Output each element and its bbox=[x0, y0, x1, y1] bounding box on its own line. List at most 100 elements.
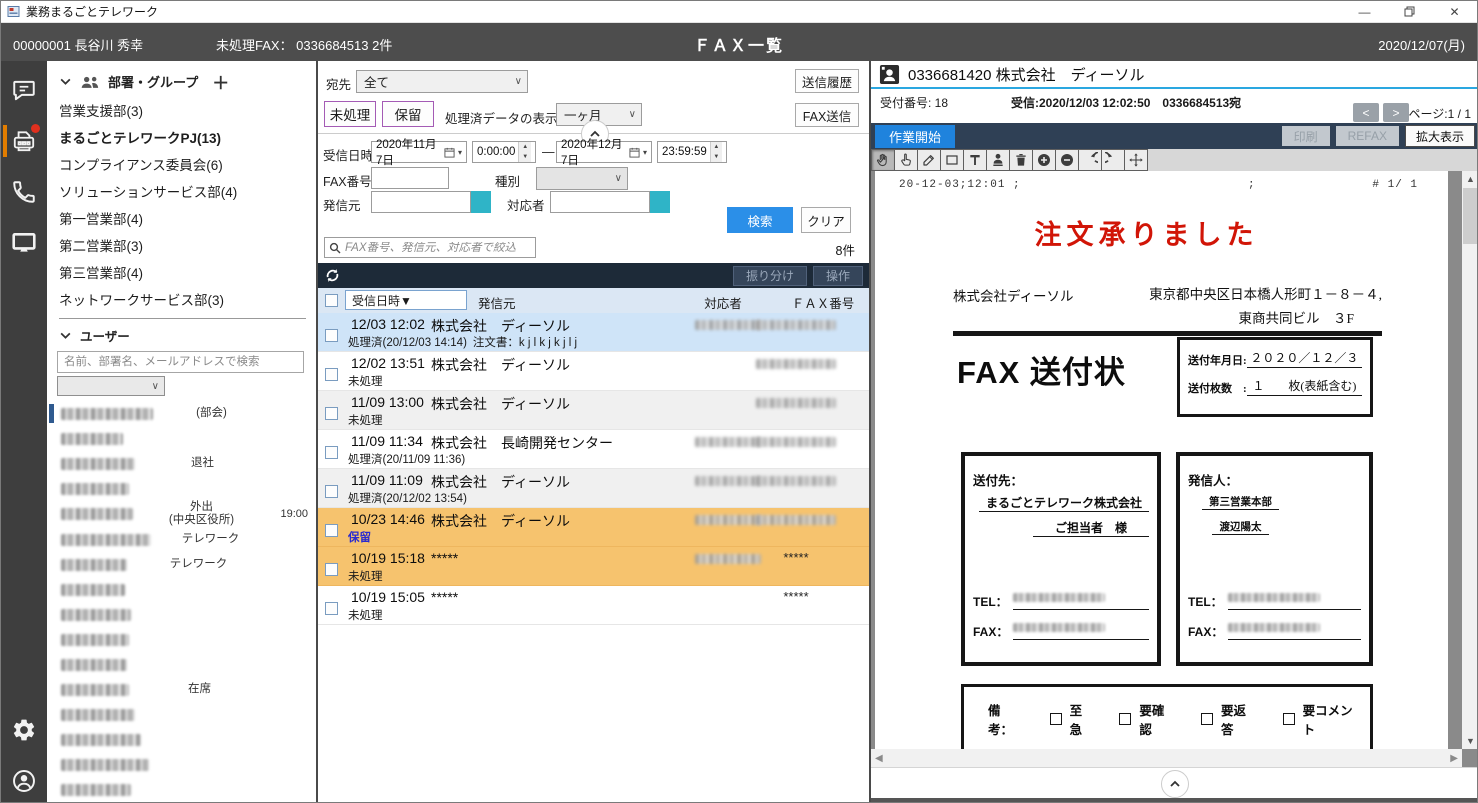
text-tool-button[interactable] bbox=[963, 149, 987, 171]
select-all-checkbox[interactable] bbox=[325, 294, 338, 307]
department-item[interactable]: 第二営業部(3) bbox=[47, 233, 316, 260]
fax-send-button[interactable]: FAX送信 bbox=[795, 103, 859, 127]
fax-number-input[interactable] bbox=[371, 167, 449, 189]
pen-tool-button[interactable] bbox=[917, 149, 941, 171]
chevron-down-icon[interactable] bbox=[59, 329, 72, 342]
trash-tool-button[interactable] bbox=[1009, 149, 1033, 171]
user-row[interactable] bbox=[47, 602, 316, 627]
vertical-scrollbar[interactable]: ▲ ▼ bbox=[1462, 171, 1478, 749]
col-fax[interactable]: ＦＡＸ番号 bbox=[773, 293, 873, 312]
close-icon[interactable]: ✕ bbox=[1432, 1, 1477, 23]
row-checkbox[interactable] bbox=[325, 485, 338, 498]
row-checkbox[interactable] bbox=[325, 602, 338, 615]
add-group-button[interactable]: ＋ bbox=[212, 69, 229, 94]
time-spinner[interactable]: ▲▼ bbox=[710, 142, 722, 162]
nav-chat-button[interactable] bbox=[1, 73, 47, 107]
print-button[interactable]: 印刷 bbox=[1282, 126, 1330, 146]
user-row[interactable] bbox=[47, 426, 316, 451]
zoom-in-tool-button[interactable] bbox=[1032, 149, 1056, 171]
fax-row[interactable]: 11/09 11:09株式会社 ディーソル処理済(20/12/02 13:54) bbox=[318, 469, 869, 508]
hold-filter-button[interactable]: 保留 bbox=[382, 101, 434, 127]
refresh-icon[interactable] bbox=[324, 267, 341, 284]
scroll-up-icon[interactable]: ▲ bbox=[1462, 171, 1478, 187]
prev-page-button[interactable]: < bbox=[1353, 103, 1379, 122]
user-row[interactable] bbox=[47, 476, 316, 501]
rect-tool-button[interactable] bbox=[940, 149, 964, 171]
zoom-out-tool-button[interactable] bbox=[1055, 149, 1079, 171]
user-row[interactable]: 外出 (中央区役所)19:00 bbox=[47, 501, 316, 527]
refax-button[interactable]: REFAX bbox=[1336, 126, 1399, 146]
user-search-input[interactable] bbox=[57, 351, 304, 373]
enlarge-button[interactable]: 拡大表示 bbox=[1405, 125, 1475, 147]
clear-button[interactable]: クリア bbox=[801, 207, 851, 233]
scroll-down-icon[interactable]: ▼ bbox=[1462, 733, 1478, 749]
time-from-field[interactable]: 0:00:00 ▲▼ bbox=[472, 141, 536, 163]
rotate-right-tool-button[interactable] bbox=[1101, 149, 1125, 171]
nav-monitor-button[interactable] bbox=[1, 226, 47, 260]
expand-bottom-button[interactable] bbox=[1161, 770, 1189, 798]
row-checkbox[interactable] bbox=[325, 563, 338, 576]
handler-input[interactable] bbox=[550, 191, 650, 213]
fax-row[interactable]: 11/09 11:34株式会社 長崎開発センター処理済(20/11/09 11:… bbox=[318, 430, 869, 469]
col-sender[interactable]: 発信元 bbox=[478, 293, 516, 312]
minimize-icon[interactable]: — bbox=[1342, 1, 1387, 23]
fax-row[interactable]: 12/03 12:02株式会社 ディーソル処理済(20/12/03 14:14)… bbox=[318, 313, 869, 352]
user-row[interactable] bbox=[47, 727, 316, 752]
type-select[interactable]: ∨ bbox=[536, 167, 628, 190]
start-work-button[interactable]: 作業開始 bbox=[875, 125, 955, 148]
row-checkbox[interactable] bbox=[325, 446, 338, 459]
fax-row[interactable]: 12/02 13:51株式会社 ディーソル未処理 bbox=[318, 352, 869, 391]
department-item[interactable]: 第一営業部(4) bbox=[47, 206, 316, 233]
user-row[interactable]: テレワーク bbox=[47, 552, 316, 577]
user-row[interactable] bbox=[47, 777, 316, 802]
department-item[interactable]: ネットワークサービス部(3) bbox=[47, 287, 316, 314]
sender-input[interactable] bbox=[371, 191, 471, 213]
horizontal-scrollbar[interactable]: ◀▶ bbox=[871, 749, 1462, 767]
fax-row[interactable]: 10/19 15:05**********未処理 bbox=[318, 586, 869, 625]
sender-lookup-button[interactable] bbox=[471, 191, 491, 213]
send-history-button[interactable]: 送信履歴 bbox=[795, 69, 859, 93]
handler-lookup-button[interactable] bbox=[650, 191, 670, 213]
user-row[interactable] bbox=[47, 577, 316, 602]
department-item[interactable]: ソリューションサービス部(4) bbox=[47, 179, 316, 206]
user-row[interactable]: 退社 bbox=[47, 451, 316, 476]
time-to-field[interactable]: 23:59:59 ▲▼ bbox=[657, 141, 727, 163]
fax-row[interactable]: 11/09 13:00株式会社 ディーソル未処理 bbox=[318, 391, 869, 430]
row-checkbox[interactable] bbox=[325, 524, 338, 537]
row-checkbox[interactable] bbox=[325, 368, 338, 381]
row-checkbox[interactable] bbox=[325, 329, 338, 342]
nav-settings-button[interactable] bbox=[1, 713, 47, 747]
hand-tool-button[interactable] bbox=[871, 149, 895, 171]
sort-datetime-header[interactable]: 受信日時▼ bbox=[345, 290, 467, 310]
user-row[interactable]: 在席 bbox=[47, 677, 316, 702]
assign-button[interactable]: 振り分け bbox=[733, 266, 807, 286]
stamp-tool-button[interactable] bbox=[986, 149, 1010, 171]
nav-account-button[interactable] bbox=[1, 764, 47, 798]
search-button[interactable]: 検索 bbox=[727, 207, 793, 233]
row-checkbox[interactable] bbox=[325, 407, 338, 420]
scrollbar-thumb[interactable] bbox=[1463, 188, 1478, 244]
list-filter-input[interactable] bbox=[345, 242, 531, 254]
rotate-left-tool-button[interactable] bbox=[1078, 149, 1102, 171]
date-from-field[interactable]: 2020年11月 7日 ▾ bbox=[371, 141, 467, 163]
next-page-button[interactable]: > bbox=[1383, 103, 1409, 122]
dest-select[interactable]: 全て∨ bbox=[356, 70, 528, 93]
nav-fax-button[interactable] bbox=[1, 124, 47, 158]
user-row[interactable]: (部会) bbox=[47, 401, 316, 426]
user-filter-dropdown[interactable]: ∨ bbox=[57, 376, 165, 396]
user-row[interactable] bbox=[47, 627, 316, 652]
restore-icon[interactable] bbox=[1387, 1, 1432, 23]
col-handler[interactable]: 対応者 bbox=[678, 293, 768, 312]
department-item[interactable]: 営業支援部(3) bbox=[47, 98, 316, 125]
user-row[interactable]: テレワーク bbox=[47, 527, 316, 552]
department-item[interactable]: 第三営業部(4) bbox=[47, 260, 316, 287]
move-tool-button[interactable] bbox=[1124, 149, 1148, 171]
fax-row[interactable]: 10/19 15:18**********未処理 bbox=[318, 547, 869, 586]
unprocessed-filter-button[interactable]: 未処理 bbox=[324, 101, 376, 127]
chevron-down-icon[interactable] bbox=[59, 75, 72, 88]
date-to-field[interactable]: 2020年12月 7日 ▾ bbox=[556, 141, 652, 163]
operate-button[interactable]: 操作 bbox=[813, 266, 863, 286]
department-item[interactable]: まるごとテレワークPJ(13) bbox=[47, 125, 316, 152]
user-row[interactable] bbox=[47, 652, 316, 677]
user-row[interactable] bbox=[47, 752, 316, 777]
